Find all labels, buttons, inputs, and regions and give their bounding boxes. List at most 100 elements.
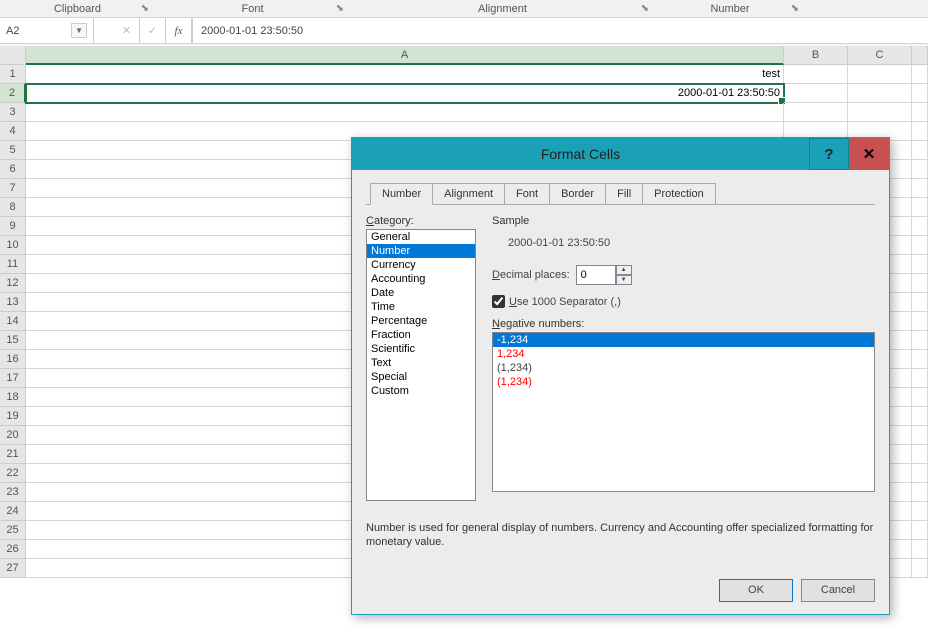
- cell[interactable]: [912, 521, 928, 540]
- category-item[interactable]: Date: [367, 286, 475, 300]
- row-header[interactable]: 10: [0, 236, 26, 255]
- dialog-launcher-icon[interactable]: ⬊: [141, 3, 149, 14]
- cell[interactable]: [912, 274, 928, 293]
- category-item[interactable]: Custom: [367, 384, 475, 398]
- cell[interactable]: [912, 426, 928, 445]
- row-header[interactable]: 9: [0, 217, 26, 236]
- cell[interactable]: [848, 103, 912, 122]
- row-header[interactable]: 18: [0, 388, 26, 407]
- select-all-corner[interactable]: [0, 46, 26, 65]
- cell[interactable]: [784, 65, 848, 84]
- column-header-a[interactable]: A: [26, 46, 784, 65]
- cell[interactable]: [912, 84, 928, 103]
- cell[interactable]: [912, 388, 928, 407]
- cell[interactable]: [912, 483, 928, 502]
- row-header[interactable]: 26: [0, 540, 26, 559]
- row-header[interactable]: 1: [0, 65, 26, 84]
- row-header[interactable]: 19: [0, 407, 26, 426]
- insert-function-button[interactable]: fx: [166, 18, 192, 43]
- tab-fill[interactable]: Fill: [606, 183, 643, 205]
- column-header-d[interactable]: [912, 46, 928, 65]
- row-header[interactable]: 2: [0, 84, 26, 103]
- cell[interactable]: [912, 255, 928, 274]
- row-header[interactable]: 25: [0, 521, 26, 540]
- row-header[interactable]: 4: [0, 122, 26, 141]
- column-header-b[interactable]: B: [784, 46, 848, 65]
- cell[interactable]: [912, 464, 928, 483]
- row-header[interactable]: 24: [0, 502, 26, 521]
- cell[interactable]: [912, 445, 928, 464]
- ok-button[interactable]: OK: [719, 579, 793, 602]
- category-item[interactable]: Currency: [367, 258, 475, 272]
- row-header[interactable]: 12: [0, 274, 26, 293]
- cell[interactable]: [912, 331, 928, 350]
- row-header[interactable]: 5: [0, 141, 26, 160]
- row-header[interactable]: 7: [0, 179, 26, 198]
- dialog-launcher-icon[interactable]: ⬊: [336, 3, 344, 14]
- category-item[interactable]: Scientific: [367, 342, 475, 356]
- category-item[interactable]: Text: [367, 356, 475, 370]
- row-header[interactable]: 6: [0, 160, 26, 179]
- tab-number[interactable]: Number: [370, 183, 433, 205]
- row-header[interactable]: 17: [0, 369, 26, 388]
- tab-alignment[interactable]: Alignment: [433, 183, 505, 205]
- row-header[interactable]: 11: [0, 255, 26, 274]
- row-header[interactable]: 13: [0, 293, 26, 312]
- row-header[interactable]: 23: [0, 483, 26, 502]
- category-item[interactable]: General: [367, 230, 475, 244]
- cell[interactable]: [912, 540, 928, 559]
- cell[interactable]: [912, 312, 928, 331]
- row-header[interactable]: 8: [0, 198, 26, 217]
- row-header[interactable]: 20: [0, 426, 26, 445]
- spinner-up-icon[interactable]: ▲: [616, 265, 632, 275]
- dialog-launcher-icon[interactable]: ⬊: [791, 3, 799, 14]
- cell[interactable]: [784, 103, 848, 122]
- name-box[interactable]: A2 ▼: [0, 18, 94, 43]
- category-item[interactable]: Accounting: [367, 272, 475, 286]
- tab-protection[interactable]: Protection: [643, 183, 716, 205]
- row-header[interactable]: 16: [0, 350, 26, 369]
- category-item[interactable]: Fraction: [367, 328, 475, 342]
- category-listbox[interactable]: GeneralNumberCurrencyAccountingDateTimeP…: [366, 229, 476, 501]
- dialog-close-button[interactable]: ✕: [849, 138, 889, 170]
- cell[interactable]: [784, 84, 848, 103]
- row-header[interactable]: 3: [0, 103, 26, 122]
- enter-formula-button[interactable]: ✓: [140, 18, 166, 43]
- decimal-places-input[interactable]: [576, 265, 616, 285]
- dialog-titlebar[interactable]: Format Cells ? ✕: [352, 138, 889, 170]
- formula-input[interactable]: 2000-01-01 23:50:50: [193, 18, 928, 43]
- row-header[interactable]: 14: [0, 312, 26, 331]
- cell[interactable]: [848, 84, 912, 103]
- negative-number-item[interactable]: (1,234): [493, 361, 874, 375]
- chevron-down-icon[interactable]: ▼: [71, 23, 87, 38]
- cell[interactable]: [912, 350, 928, 369]
- thousand-separator-checkbox[interactable]: [492, 295, 505, 308]
- cell[interactable]: [912, 502, 928, 521]
- cancel-button[interactable]: Cancel: [801, 579, 875, 602]
- cancel-formula-button[interactable]: ✕: [114, 18, 140, 43]
- cell[interactable]: [26, 103, 784, 122]
- cell[interactable]: [912, 179, 928, 198]
- category-item[interactable]: Number: [367, 244, 475, 258]
- cell[interactable]: [912, 141, 928, 160]
- negative-numbers-listbox[interactable]: -1,2341,234(1,234)(1,234): [492, 332, 875, 492]
- row-header[interactable]: 21: [0, 445, 26, 464]
- negative-number-item[interactable]: -1,234: [493, 333, 874, 347]
- category-item[interactable]: Percentage: [367, 314, 475, 328]
- category-item[interactable]: Special: [367, 370, 475, 384]
- negative-number-item[interactable]: (1,234): [493, 375, 874, 389]
- row-header[interactable]: 22: [0, 464, 26, 483]
- tab-font[interactable]: Font: [505, 183, 550, 205]
- negative-number-item[interactable]: 1,234: [493, 347, 874, 361]
- cell[interactable]: [912, 369, 928, 388]
- dialog-help-button[interactable]: ?: [809, 138, 849, 170]
- cell[interactable]: [912, 198, 928, 217]
- cell[interactable]: [912, 65, 928, 84]
- row-header[interactable]: 15: [0, 331, 26, 350]
- cell[interactable]: [912, 217, 928, 236]
- column-header-c[interactable]: C: [848, 46, 912, 65]
- cell[interactable]: [912, 559, 928, 578]
- decimal-places-spinner[interactable]: ▲ ▼: [576, 265, 632, 285]
- dialog-launcher-icon[interactable]: ⬊: [641, 3, 649, 14]
- cell[interactable]: [848, 65, 912, 84]
